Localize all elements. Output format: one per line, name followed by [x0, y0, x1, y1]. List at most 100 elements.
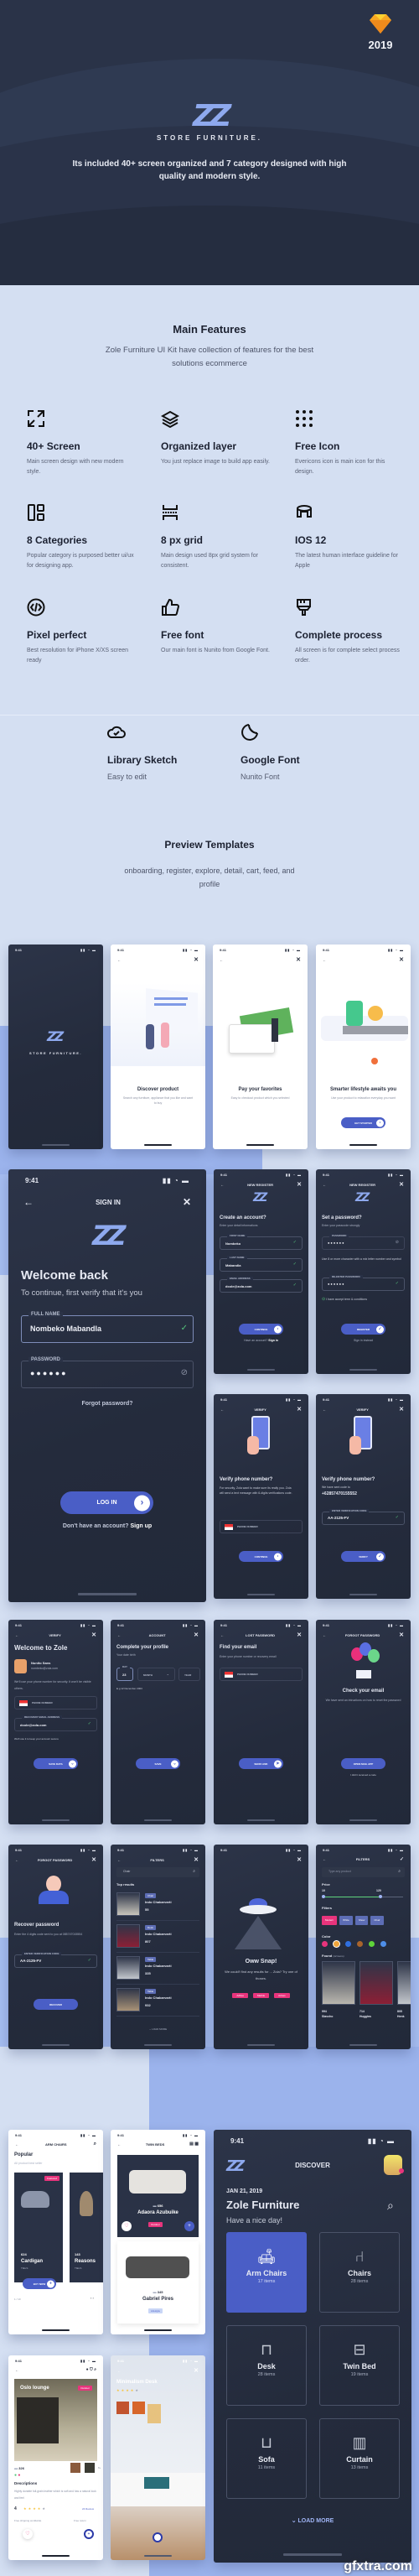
- login-button[interactable]: LOG IN ›: [60, 1491, 153, 1514]
- close-icon[interactable]: ✕: [296, 956, 301, 963]
- close-icon[interactable]: ✕: [297, 1631, 302, 1638]
- filter-tag[interactable]: Modern: [322, 1916, 338, 1925]
- close-icon[interactable]: ✕: [194, 2367, 199, 2374]
- month-select[interactable]: MONTH ⌄: [137, 1668, 175, 1681]
- color-swatch[interactable]: [380, 1941, 386, 1947]
- color-swatch[interactable]: [345, 1941, 351, 1947]
- recovery-email-field[interactable]: RECOVERY EMAIL ADDRESS dcole@zola.com ✓: [14, 1715, 97, 1731]
- signin-link[interactable]: Sign in: [268, 1339, 278, 1342]
- search-input[interactable]: Type any product ⌕: [322, 1867, 405, 1877]
- register-button[interactable]: REGISTER ✓: [341, 1324, 385, 1335]
- suggestion-tag[interactable]: Adnes: [274, 1993, 290, 1998]
- close-icon[interactable]: ✕: [399, 956, 404, 963]
- search-icon[interactable]: ⌕: [94, 2141, 96, 2147]
- back-arrow-icon[interactable]: ←: [15, 1633, 18, 1637]
- reviews-link[interactable]: 24 Review: [82, 2507, 94, 2511]
- send-link-button[interactable]: SEND LINK ➤: [239, 1758, 283, 1769]
- full-name-field[interactable]: FULL NAME Nombeko Mabandla ✓: [21, 1312, 194, 1343]
- eye-off-icon[interactable]: ⊘: [181, 1368, 188, 1377]
- continue-button[interactable]: CONTINUE ›: [239, 1324, 283, 1335]
- back-arrow-icon[interactable]: ←: [117, 2142, 121, 2147]
- phone-number-field[interactable]: PHONE NUMBER: [220, 1520, 303, 1533]
- product-card[interactable]: 826 656 Adaora Azubuike Outdoor ♡ +: [117, 2155, 199, 2237]
- category-card[interactable]: ▥ Curtain 13 items: [319, 2418, 400, 2499]
- back-arrow-icon[interactable]: ←: [117, 2369, 121, 2373]
- open-mail-button[interactable]: OPEN MAIL APP: [341, 1758, 385, 1769]
- category-card[interactable]: ⊟ Twin Bed 19 items: [319, 2325, 400, 2406]
- verification-code-field[interactable]: ENTER VERIFICATION CODE AA-2125-FV ✓: [322, 1509, 405, 1525]
- color-dot[interactable]: ●: [14, 2473, 17, 2478]
- filter-tag[interactable]: Chair: [370, 1916, 384, 1925]
- back-arrow-icon[interactable]: ←: [220, 1183, 224, 1187]
- back-arrow-icon[interactable]: ←: [117, 1633, 121, 1637]
- eye-off-icon[interactable]: ⊘: [396, 1240, 399, 1245]
- recover-button[interactable]: RECOVER: [34, 1999, 78, 2010]
- suggestion-tag[interactable]: Marble: [253, 1993, 270, 1998]
- color-dot[interactable]: ●: [18, 2473, 20, 2478]
- phone-number-field[interactable]: PHONE NUMBER: [14, 1696, 97, 1710]
- back-arrow-icon[interactable]: ←: [220, 958, 223, 962]
- verification-code-field[interactable]: ENTER VERIFICATION CODE AA-2125-FV ✓: [14, 1952, 97, 1968]
- close-icon[interactable]: ✕: [183, 1196, 191, 1208]
- color-swatch[interactable]: [322, 1941, 328, 1947]
- favorite-icon[interactable]: ♡: [122, 2221, 132, 2231]
- phone-number-field[interactable]: PHONE NUMBER: [220, 1668, 303, 1681]
- no-code-link[interactable]: I didn't received a code: [316, 1773, 411, 1777]
- favorite-icon[interactable]: ♡: [23, 2529, 33, 2539]
- close-icon[interactable]: ✕: [399, 1631, 404, 1638]
- close-icon[interactable]: ✕: [194, 956, 199, 963]
- category-card[interactable]: 🛋 Arm Chairs 17 items: [226, 2232, 307, 2313]
- profile-avatar[interactable]: [384, 2155, 404, 2175]
- email-field[interactable]: EMAIL ADDRESS dcole@zola.com ✓: [220, 1277, 303, 1293]
- close-icon[interactable]: ✕: [194, 1856, 199, 1863]
- color-swatch[interactable]: [369, 1941, 375, 1947]
- close-icon[interactable]: ✕: [91, 1856, 96, 1863]
- result-item[interactable]: Chair Indo Chakarvarti 55: [116, 1889, 199, 1921]
- back-arrow-icon[interactable]: ←: [15, 2368, 18, 2372]
- check-icon[interactable]: ✓: [400, 1856, 404, 1862]
- product-card[interactable]: Featured 624 Cardigan TIELS: [14, 2173, 63, 2282]
- back-arrow-icon[interactable]: ←: [15, 1858, 18, 1862]
- found-product[interactable]: 714 Huggins: [360, 1961, 393, 2032]
- found-product[interactable]: 994 Slavcho: [322, 1961, 355, 2032]
- add-to-cart-icon[interactable]: +: [84, 2529, 94, 2539]
- terms-checkbox[interactable]: ⊙ I have accept term & conditions: [322, 1297, 367, 1302]
- search-input[interactable]: Chair ⌕: [116, 1867, 199, 1877]
- back-arrow-icon[interactable]: ←: [323, 1633, 326, 1637]
- back-arrow-icon[interactable]: ←: [117, 958, 121, 962]
- back-arrow-icon[interactable]: ←: [117, 1858, 121, 1862]
- pager-arrows-icon[interactable]: ‹ ›: [91, 2296, 94, 2300]
- back-arrow-icon[interactable]: ←: [23, 1196, 34, 1208]
- color-swatch[interactable]: [334, 1941, 339, 1947]
- result-item[interactable]: Desk Indo Chakarvarti 807: [116, 1921, 199, 1953]
- back-arrow-icon[interactable]: ←: [323, 1408, 326, 1412]
- category-card[interactable]: ⑁ Chairs 28 items: [319, 2232, 400, 2313]
- signup-link[interactable]: Sign up: [130, 1523, 152, 1529]
- last-name-field[interactable]: LAST NAME Mabandla ✓: [220, 1256, 303, 1272]
- color-swatch[interactable]: [357, 1941, 363, 1947]
- continue-button[interactable]: CONTINUE ›: [239, 1551, 283, 1562]
- back-arrow-icon[interactable]: ←: [323, 1183, 326, 1187]
- close-icon[interactable]: ✕: [297, 1856, 302, 1863]
- ar-capture-button[interactable]: [153, 2532, 163, 2542]
- product-card[interactable]: 826 345 Gabriel Pires Lifestyle: [117, 2241, 199, 2324]
- first-name-field[interactable]: FIRST NAME Nombeko ✓: [220, 1234, 303, 1250]
- close-icon[interactable]: ✕: [194, 1631, 199, 1638]
- found-product[interactable]: 805 Henk: [397, 1961, 411, 2032]
- back-arrow-icon[interactable]: ←: [220, 1408, 224, 1412]
- close-icon[interactable]: ✕: [297, 1181, 302, 1188]
- close-icon[interactable]: ✕: [297, 1406, 302, 1413]
- search-icon[interactable]: ⌕: [387, 2199, 394, 2213]
- password-field[interactable]: PASSWORD ●●●●●● ⊘: [322, 1234, 405, 1250]
- slider-handle-min[interactable]: [322, 1895, 325, 1898]
- load-more-link[interactable]: ⌄ LOAD MORE: [214, 2517, 411, 2524]
- back-arrow-icon[interactable]: ←: [323, 958, 326, 962]
- buy-now-button[interactable]: BUY NOW +: [23, 2278, 56, 2289]
- day-field[interactable]: DAY 23: [116, 1665, 133, 1681]
- result-item[interactable]: Table Indo Chakarvarti 335: [116, 1953, 199, 1985]
- suggestion-tag[interactable]: Adhoe: [232, 1993, 248, 1998]
- reenter-password-field[interactable]: RE-ENTER PASSWORD ●●●●●● ✓: [322, 1275, 405, 1291]
- close-icon[interactable]: ✕: [399, 1406, 404, 1413]
- back-arrow-icon[interactable]: ←: [323, 1857, 326, 1861]
- cart-search-icons[interactable]: ● ⛉ ⌕: [86, 2367, 96, 2372]
